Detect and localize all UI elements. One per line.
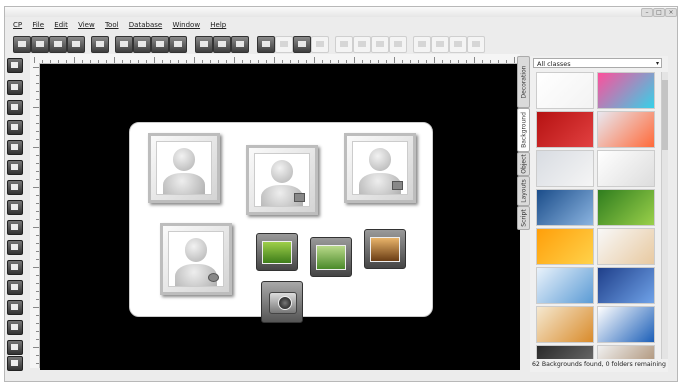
minimize-button[interactable]: – [641, 8, 653, 17]
background-thumbnail-dark-items[interactable] [536, 345, 594, 359]
left-toolbox [5, 58, 23, 371]
image-icon[interactable] [256, 233, 298, 271]
flip-v-icon[interactable] [431, 36, 449, 53]
preview-icon[interactable] [151, 36, 169, 53]
chevron-down-icon: ▾ [655, 60, 659, 67]
background-thumbnail-rainbow[interactable] [597, 72, 655, 109]
camera-icon[interactable] [261, 281, 303, 323]
background-thumbnail-hand-gift[interactable] [597, 228, 655, 265]
page-icon[interactable] [115, 36, 133, 53]
maximize-button[interactable]: □ [653, 8, 665, 17]
zoom-fit-icon[interactable] [231, 36, 249, 53]
vertical-ruler [30, 63, 40, 368]
photo-placeholder-2[interactable] [246, 145, 318, 215]
clipart-tool-icon[interactable] [7, 320, 23, 335]
background-thumbnail-network[interactable] [536, 267, 594, 304]
tab-layouts[interactable]: Layouts [517, 176, 530, 206]
tab-script[interactable]: Script [517, 206, 530, 230]
design-canvas[interactable] [40, 64, 520, 370]
scrollbar-thumb[interactable] [662, 80, 668, 150]
menu-database[interactable]: Database [129, 19, 162, 31]
title-bar: – □ × [5, 7, 677, 17]
background-thumbnail-colorful-waves[interactable] [597, 111, 655, 148]
menu-help[interactable]: Help [210, 19, 226, 31]
card-page[interactable] [129, 122, 433, 323]
photo-tool-icon[interactable] [7, 280, 23, 295]
menu-tool[interactable]: Tool [105, 19, 119, 31]
line-tool-icon[interactable] [7, 80, 23, 95]
calendar-tool-icon[interactable] [7, 200, 23, 215]
background-thumbnail-white[interactable] [536, 72, 594, 109]
rotate-icon[interactable] [449, 36, 467, 53]
text-tool-icon[interactable] [7, 160, 23, 175]
table-tool-icon[interactable] [7, 220, 23, 235]
side-tab-strip: Decoration Background Object Layouts Scr… [517, 56, 530, 368]
image-icon[interactable] [169, 36, 187, 53]
thumbnail-scrollbar[interactable] [661, 72, 668, 359]
panel-status-text: 62 Backgrounds found, 0 folders remainin… [532, 361, 666, 368]
bring-front-icon[interactable] [335, 36, 353, 53]
menu-view[interactable]: View [78, 19, 95, 31]
class-filter-dropdown[interactable]: All classes ▾ [533, 58, 662, 68]
polygon-tool-icon[interactable] [7, 140, 23, 155]
menu-window[interactable]: Window [172, 19, 200, 31]
background-thumbnail-blue-arrows[interactable] [536, 189, 594, 226]
ellipse-tool-icon[interactable] [7, 120, 23, 135]
menu-bar: CP File Edit View Tool Database Window H… [5, 19, 677, 31]
fingerprint-tool-icon[interactable] [7, 356, 23, 371]
menu-cp[interactable]: CP [13, 19, 22, 31]
photo-stack-icon[interactable] [364, 229, 406, 269]
open-icon[interactable] [31, 36, 49, 53]
export-icon[interactable] [67, 36, 85, 53]
backward-icon[interactable] [389, 36, 407, 53]
background-thumbnail-bottles[interactable] [597, 345, 655, 359]
pointer-tool-icon[interactable] [7, 58, 23, 73]
main-toolbar [5, 33, 535, 55]
print-icon[interactable] [91, 36, 109, 53]
new-icon[interactable] [13, 36, 31, 53]
barcode-tool-icon[interactable] [7, 180, 23, 195]
menu-edit[interactable]: Edit [54, 19, 68, 31]
line-icon[interactable] [133, 36, 151, 53]
background-thumbnail-red-christmas[interactable] [536, 111, 594, 148]
photo-placeholder-3[interactable] [344, 133, 416, 203]
photo-placeholder-1[interactable] [148, 133, 220, 203]
background-thumbnail-calendar[interactable] [597, 267, 655, 304]
class-filter-value: All classes [537, 60, 571, 68]
tab-decoration[interactable]: Decoration [517, 56, 530, 108]
image-tool-icon[interactable] [7, 260, 23, 275]
background-panel: All classes ▾ [530, 56, 668, 372]
field-tool-icon[interactable] [7, 240, 23, 255]
rectangle-tool-icon[interactable] [7, 100, 23, 115]
camera-tool-icon[interactable] [7, 300, 23, 315]
tab-background[interactable]: Background [517, 108, 530, 152]
background-thumbnail-blue-car[interactable] [597, 306, 655, 343]
menu-file[interactable]: File [32, 19, 44, 31]
photo-placeholder-4[interactable] [160, 223, 232, 295]
background-thumbnail-autumn[interactable] [536, 306, 594, 343]
background-thumbnail-grid [536, 72, 656, 359]
close-button[interactable]: × [665, 8, 677, 17]
forward-icon[interactable] [371, 36, 389, 53]
background-thumbnail-green-grass[interactable] [597, 189, 655, 226]
background-thumbnail-orange-swoosh[interactable] [536, 228, 594, 265]
background-thumbnail-blueprint[interactable] [536, 150, 594, 187]
zoom-in-icon[interactable] [195, 36, 213, 53]
flip-h-icon[interactable] [413, 36, 431, 53]
photos-folder-icon[interactable] [310, 237, 352, 277]
group-icon[interactable] [275, 36, 293, 53]
send-back-icon[interactable] [353, 36, 371, 53]
tab-object[interactable]: Object [517, 152, 530, 176]
zoom-out-icon[interactable] [213, 36, 231, 53]
lock-icon[interactable] [467, 36, 485, 53]
arrange-icon[interactable] [293, 36, 311, 53]
horizontal-ruler [30, 54, 520, 64]
signature-tool-icon[interactable] [7, 340, 23, 355]
ungroup-icon[interactable] [311, 36, 329, 53]
save-icon[interactable] [49, 36, 67, 53]
background-thumbnail-swirl[interactable] [597, 150, 655, 187]
align-icon[interactable] [257, 36, 275, 53]
